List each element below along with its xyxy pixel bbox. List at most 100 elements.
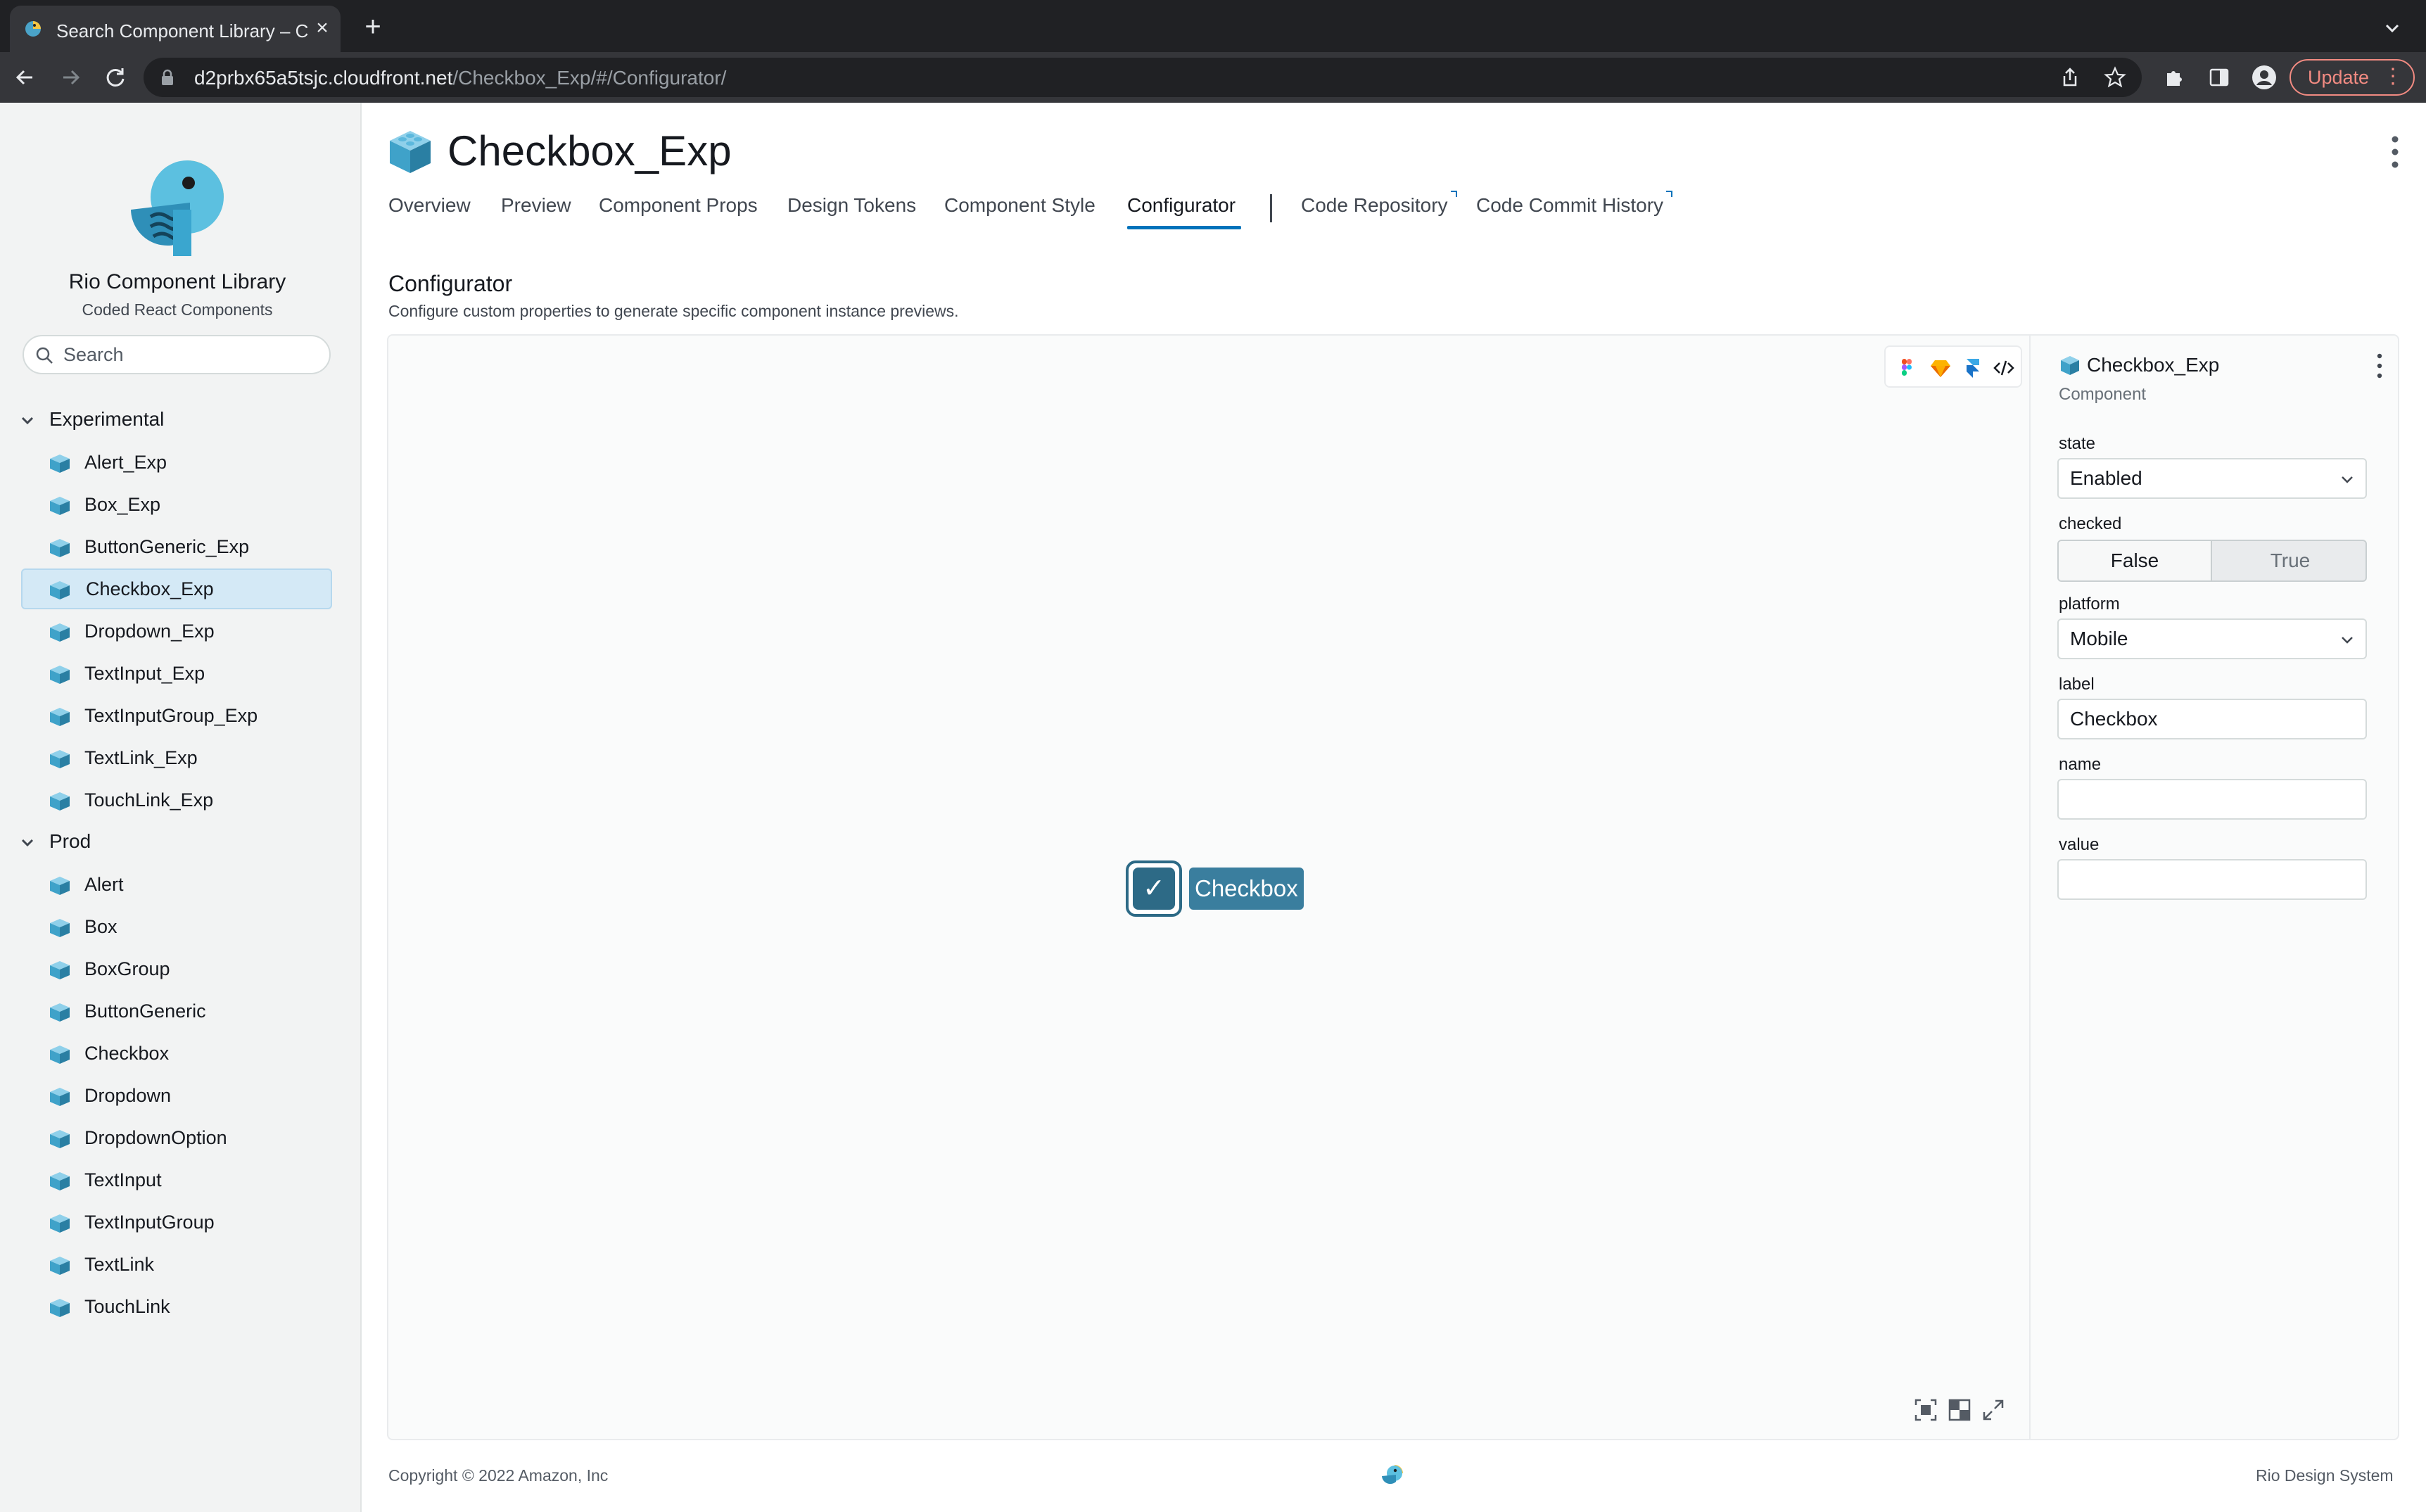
component-cube-icon [50,1299,70,1317]
figma-icon[interactable] [1895,357,1918,379]
sidebar-item-label: DropdownOption [84,1127,227,1148]
sidebar-item-alert-exp[interactable]: Alert_Exp [21,442,332,483]
checked-true-option[interactable]: True [2214,541,2365,580]
bookmark-star-icon[interactable] [2104,66,2126,89]
tab-component-props[interactable]: Component Props [599,194,758,217]
state-label: state [2059,434,2096,453]
address-bar[interactable]: d2prbx65a5tsjc.cloudfront.net/Checkbox_E… [144,58,2142,97]
search-input[interactable] [63,342,317,367]
back-arrow-icon[interactable] [10,62,41,93]
reload-icon[interactable] [100,62,131,93]
checkbox-control[interactable]: ✓ [1126,860,1182,917]
component-cube-icon [390,131,431,173]
sidebar-item-touchlink[interactable]: TouchLink [21,1286,332,1327]
browser-tab[interactable]: Search Component Library – C × [10,6,341,52]
label-input[interactable] [2057,699,2367,739]
properties-panel: Checkbox_Exp Component state Enabled che… [2033,336,2398,1439]
share-icon[interactable] [2059,66,2081,89]
sidebar-item-buttongeneric[interactable]: ButtonGeneric [21,991,332,1031]
props-more-options-icon[interactable] [2373,350,2387,382]
extensions-puzzle-icon[interactable] [2163,66,2185,89]
sidebar-item-checkbox-exp[interactable]: Checkbox_Exp [21,568,332,609]
sidebar-item-label: TouchLink_Exp [84,789,214,811]
preview-toolbar [1884,345,2022,388]
profile-avatar-icon[interactable] [2252,65,2277,90]
forward-arrow-icon[interactable] [55,62,86,93]
update-button[interactable]: Update ⋮ [2290,59,2415,96]
tab-code-repository[interactable]: Code Repository [1301,191,1457,217]
sidebar-item-textinputgroup-exp[interactable]: TextInputGroup_Exp [21,695,332,736]
more-options-icon[interactable] [2381,131,2409,173]
sidebar-item-touchlink-exp[interactable]: TouchLink_Exp [21,780,332,820]
background-toggle-icon[interactable] [1948,1398,1971,1422]
chevron-down-icon [2342,476,2353,483]
fullscreen-expand-icon[interactable] [1981,1398,2005,1422]
footer-design-system: Rio Design System [2256,1466,2394,1485]
sidebar-item-label: Dropdown_Exp [84,621,215,642]
component-cube-icon [50,1003,70,1022]
sidebar-item-dropdown[interactable]: Dropdown [21,1075,332,1116]
sidebar-item-label: TextInputGroup_Exp [84,705,258,726]
chevron-down-icon [21,839,34,846]
configurator-panel: ✓ Checkbox Checkbox_Exp Component state [387,334,2399,1440]
sidebar-item-textinput[interactable]: TextInput [21,1160,332,1200]
browser-tab-title: Search Component Library – C [56,20,309,42]
sidebar-item-label: TextLink [84,1254,155,1275]
browser-toolbar: d2prbx65a5tsjc.cloudfront.net/Checkbox_E… [0,52,2426,103]
sidebar-item-textlink[interactable]: TextLink [21,1244,332,1285]
tab-configurator[interactable]: Configurator [1127,194,1236,217]
update-button-label: Update [2308,67,2370,88]
component-cube-icon [50,961,70,979]
component-cube-icon [50,1172,70,1190]
tab-search-chevron-icon[interactable] [2378,14,2406,42]
tab-code-commit-history[interactable]: Code Commit History [1476,191,1673,217]
new-tab-icon[interactable]: + [359,13,387,41]
nav-group-experimental[interactable]: Experimental [17,402,164,437]
code-view-icon[interactable] [1993,357,2015,379]
sidebar-item-box-exp[interactable]: Box_Exp [21,484,332,525]
side-panel-icon[interactable] [2208,66,2230,89]
sidebar-item-label: BoxGroup [84,958,170,979]
state-value: Enabled [2070,467,2142,489]
tab-overview[interactable]: Overview [388,194,471,217]
sidebar-item-label: Dropdown [84,1085,172,1106]
tab-preview[interactable]: Preview [501,194,571,217]
sidebar-item-label: TextInput_Exp [84,663,205,684]
fit-to-screen-icon[interactable] [1914,1398,1938,1422]
tab-divider [1270,194,1272,222]
framer-icon[interactable] [1962,357,1984,379]
tab-close-icon[interactable]: × [310,15,335,41]
tab-label: Code Repository [1301,194,1448,216]
sketch-icon[interactable] [1929,357,1952,379]
sidebar-item-label: TouchLink [84,1296,170,1317]
checkbox-label[interactable]: Checkbox [1189,868,1304,910]
sidebar-item-buttongeneric-exp[interactable]: ButtonGeneric_Exp [21,526,332,567]
sidebar-item-textlink-exp[interactable]: TextLink_Exp [21,737,332,778]
sidebar-item-textinputgroup[interactable]: TextInputGroup [21,1202,332,1243]
tab-design-tokens[interactable]: Design Tokens [787,194,916,217]
preview-checkbox[interactable]: ✓ Checkbox [1126,860,1328,917]
name-input[interactable] [2057,779,2367,820]
library-title: Rio Component Library [68,270,286,293]
sidebar-item-box[interactable]: Box [21,906,332,947]
sidebar-search[interactable] [23,335,331,374]
sidebar-item-alert[interactable]: Alert [21,864,332,905]
sidebar-item-checkbox[interactable]: Checkbox [21,1033,332,1074]
component-cube-icon [50,666,70,684]
section-description: Configure custom properties to generate … [388,302,959,320]
state-select[interactable]: Enabled [2057,458,2367,499]
value-input[interactable] [2057,859,2367,900]
tab-component-style[interactable]: Component Style [944,194,1095,217]
sidebar-item-boxgroup[interactable]: BoxGroup [21,948,332,989]
nav-group-prod[interactable]: Prod [17,824,91,859]
checked-false-option[interactable]: False [2059,541,2212,580]
sidebar-item-dropdown-exp[interactable]: Dropdown_Exp [21,611,332,652]
sidebar-item-dropdownoption[interactable]: DropdownOption [21,1117,332,1158]
lock-icon[interactable] [160,69,174,86]
external-link-icon [1450,191,1457,197]
sidebar-item-textinput-exp[interactable]: TextInput_Exp [21,653,332,694]
url-text: d2prbx65a5tsjc.cloudfront.net/Checkbox_E… [194,67,726,89]
platform-label: platform [2059,595,2120,614]
browser-tab-bar: Search Component Library – C × + [0,0,2426,52]
platform-select[interactable]: Mobile [2057,618,2367,659]
